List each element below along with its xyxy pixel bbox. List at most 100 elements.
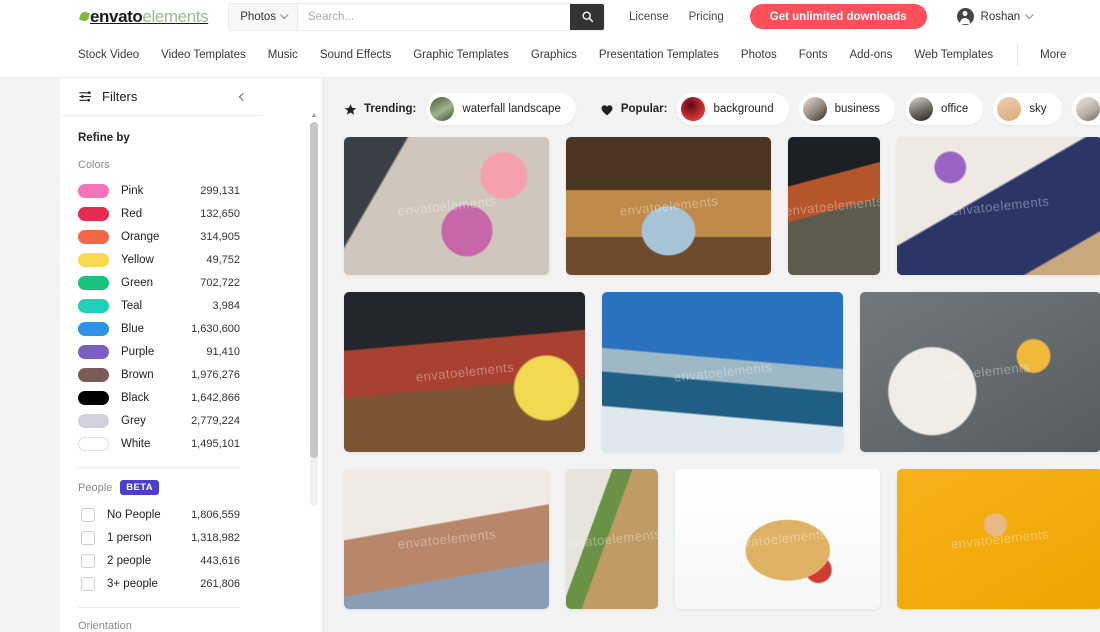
watermark: envatoelements [672,359,773,385]
nav-item-presentation-templates[interactable]: Presentation Templates [599,49,719,61]
people-filter-no-people[interactable]: No People 1,806,559 [78,503,262,526]
search-button[interactable] [570,3,604,30]
waterfall-thumb [430,97,455,121]
search-category-select[interactable]: Photos [229,3,298,30]
people-count: 1,806,559 [191,508,240,521]
color-count: 132,650 [200,207,240,220]
logo[interactable]: envato elements [78,6,209,27]
checkbox[interactable] [81,507,95,522]
color-count: 314,905 [200,230,240,243]
sky-thumb [997,97,1022,121]
watermark: envatoelements [949,193,1050,219]
result-card[interactable]: envatoelements [788,137,880,275]
filters-header: Filters [60,78,262,116]
color-swatch [78,252,109,267]
nav-item-graphics[interactable]: Graphics [531,49,577,61]
result-card[interactable]: envatoelements [860,292,1100,452]
chevron-left-icon [238,92,248,101]
nav-item-stock-video[interactable]: Stock Video [78,49,139,61]
color-filter-yellow[interactable]: Yellow 49,752 [78,248,262,271]
chip-office[interactable]: office [904,93,984,125]
checkbox[interactable] [81,576,95,591]
people-filter-2-people[interactable]: 2 people 443,616 [78,549,262,572]
sidebar-scrollbar-thumb[interactable] [310,122,318,458]
nav-item-graphic-templates[interactable]: Graphic Templates [413,49,509,61]
color-swatch [78,229,109,244]
chip-business[interactable]: business [798,93,895,125]
color-name: Pink [121,184,144,197]
result-card[interactable]: envatoelements [897,469,1100,609]
watermark: envatoelements [396,526,497,552]
results-grid: envatoelements envatoelements envatoelem… [322,137,1100,609]
account-menu[interactable]: Roshan [956,8,1034,25]
people-filter-3-plus-people[interactable]: 3+ people 261,806 [78,572,262,595]
nav-item-add-ons[interactable]: Add-ons [849,49,892,61]
result-card[interactable]: envatoelements [344,292,585,452]
color-filter-blue[interactable]: Blue 1,630,600 [78,317,262,340]
color-swatch [78,206,109,221]
chevron-down-icon [1025,10,1034,19]
watermark: envatoelements [727,526,828,552]
results-area: Trending: waterfall landscape Popular: b… [322,78,1100,632]
result-card[interactable]: envatoelements [897,137,1100,275]
result-card[interactable]: envatoelements [602,292,843,452]
color-filter-white[interactable]: White 1,495,101 [78,432,262,455]
sliders-icon [79,91,92,102]
nav-item-video-templates[interactable]: Video Templates [161,49,246,61]
license-link[interactable]: License [629,11,669,23]
filters-title: Filters [102,89,138,104]
popular-label-group: Popular: [600,103,667,116]
result-card[interactable]: envatoelements [566,137,771,275]
colors-list: Pink 299,131 Red 132,650 Orange 314,905 … [78,179,262,455]
scroll-up-arrow-icon[interactable]: ▲ [310,112,318,120]
color-count: 1,976,276 [191,368,240,381]
results-row: envatoelements envatoelements envatoelem… [344,292,1100,452]
color-count: 2,779,224 [191,414,240,427]
people-name: No People [107,508,161,521]
orientation-section-label: Orientation [78,620,262,632]
result-card[interactable]: envatoelements [566,469,658,609]
chip-sky[interactable]: sky [993,93,1062,125]
color-filter-brown[interactable]: Brown 1,976,276 [78,363,262,386]
sidebar-scrollbar[interactable] [310,122,318,506]
chip-coffee[interactable]: coffee [1071,93,1100,125]
color-filter-green[interactable]: Green 702,722 [78,271,262,294]
nav-item-more[interactable]: More [1040,49,1066,61]
result-card[interactable]: envatoelements [675,469,880,609]
color-filter-pink[interactable]: Pink 299,131 [78,179,262,202]
nav-item-sound-effects[interactable]: Sound Effects [320,49,391,61]
result-card[interactable]: envatoelements [344,137,549,275]
pricing-link[interactable]: Pricing [689,11,724,23]
color-count: 702,722 [200,276,240,289]
people-section-label: People BETA [78,480,262,495]
nav-item-photos[interactable]: Photos [741,49,777,61]
color-name: Green [121,276,153,289]
chip-waterfall-landscape[interactable]: waterfall landscape [426,93,576,125]
get-unlimited-downloads-button[interactable]: Get unlimited downloads [749,4,927,29]
color-filter-purple[interactable]: Purple 91,410 [78,340,262,363]
color-filter-red[interactable]: Red 132,650 [78,202,262,225]
nav-item-music[interactable]: Music [268,49,298,61]
search-input[interactable] [298,3,570,30]
section-divider [78,467,240,468]
color-name: White [121,437,151,450]
nav-item-fonts[interactable]: Fonts [799,49,828,61]
color-filter-grey[interactable]: Grey 2,779,224 [78,409,262,432]
people-filter-1-person[interactable]: 1 person 1,318,982 [78,526,262,549]
collapse-sidebar-button[interactable] [236,90,250,104]
color-name: Blue [121,322,145,335]
chip-background[interactable]: background [677,93,789,125]
nav-item-web-templates[interactable]: Web Templates [914,49,993,61]
logo-brand: envato [90,6,143,26]
result-card[interactable]: envatoelements [344,469,549,609]
chip-label: sky [1029,103,1047,115]
color-name: Red [121,207,143,220]
category-nav: Stock Video Video Templates Music Sound … [0,33,1100,78]
checkbox[interactable] [81,553,95,568]
people-count: 1,318,982 [191,531,240,544]
color-filter-orange[interactable]: Orange 314,905 [78,225,262,248]
color-filter-teal[interactable]: Teal 3,984 [78,294,262,317]
checkbox[interactable] [81,530,95,545]
user-avatar-icon [956,8,974,25]
color-filter-black[interactable]: Black 1,642,866 [78,386,262,409]
